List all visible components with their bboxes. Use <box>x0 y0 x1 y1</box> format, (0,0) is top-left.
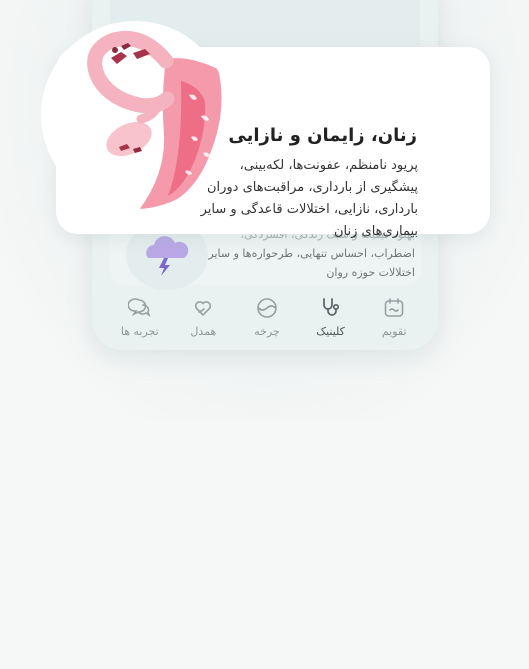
cycle-icon <box>257 298 277 318</box>
nav-item-calendar[interactable]: تقویم <box>364 290 424 342</box>
heart-hands-icon <box>195 301 212 317</box>
calendar-icon <box>384 298 404 317</box>
nav-label-experiences: تجربه ها <box>120 325 159 338</box>
nav-label-cycle: چرخه <box>254 325 280 338</box>
bottom-nav: تقویم کلینیک چرخه همدل تجربه ها <box>108 290 426 342</box>
nav-label-empathy: همدل <box>190 325 217 338</box>
stethoscope-icon <box>322 298 339 316</box>
nav-label-clinic: کلینیک <box>316 325 345 338</box>
nav-item-cycle[interactable]: چرخه <box>237 290 297 342</box>
nav-item-clinic[interactable]: کلینیک <box>301 290 361 342</box>
nav-item-empathy[interactable]: همدل <box>173 290 233 342</box>
uterus-icon <box>87 31 222 209</box>
uterus-illustration <box>41 21 229 209</box>
storm-cloud-icon <box>146 236 189 276</box>
nav-item-experiences[interactable]: تجربه ها <box>110 290 170 342</box>
card-text: اضطراب، احساس تنهایی، طرحواره‌ها و سایر … <box>208 247 415 279</box>
popup-description: پریود نامنظم، عفونت‌ها، لکه‌بینی، پیشگیر… <box>200 158 418 239</box>
chat-bubbles-icon <box>127 298 151 317</box>
nav-label-calendar: تقویم <box>381 325 407 338</box>
